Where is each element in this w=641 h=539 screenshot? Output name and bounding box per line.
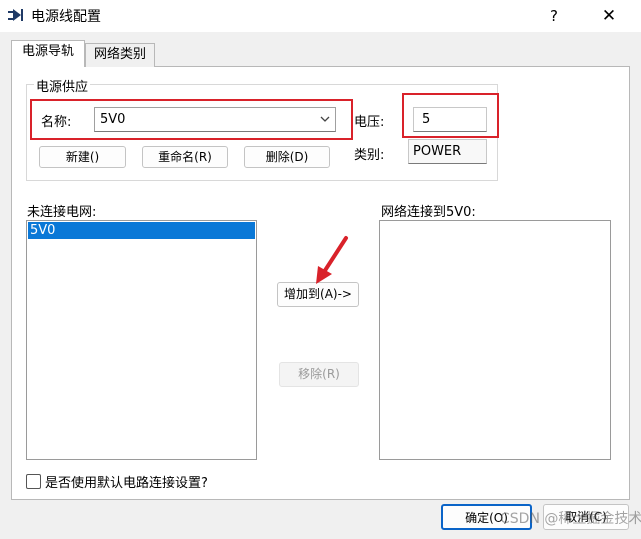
close-button[interactable]: ✕ [593,4,625,28]
connected-nets-list[interactable] [379,220,611,460]
class-label: 类别: [354,148,385,163]
watermark: CSDN @稀土掘金技术社区 [500,511,641,527]
annotation-arrow-icon [300,232,360,292]
new-button[interactable]: 新建() [39,146,126,168]
voltage-label: 电压: [354,115,385,130]
highlight-box-name [30,99,353,140]
window-title: 电源线配置 [31,9,101,25]
default-settings-checkbox[interactable] [26,474,41,489]
connected-nets-label: 网络连接到5V0: [381,205,476,220]
rename-button[interactable]: 重命名(R) [142,146,228,168]
default-settings-label[interactable]: 是否使用默认电路连接设置? [45,472,208,491]
delete-button[interactable]: 删除(D) [244,146,330,168]
remove-button[interactable]: 移除(R) [279,362,359,387]
list-item[interactable]: 5V0 [28,222,255,239]
tab-net-class[interactable]: 网络类别 [85,43,155,67]
unconnected-nets-list[interactable]: 5V0 [26,220,257,460]
app-icon [7,7,25,25]
class-field-value: POWER [413,144,462,159]
highlight-box-voltage [402,93,499,138]
unconnected-nets-label: 未连接电网: [27,205,97,220]
help-button[interactable]: ? [538,4,570,28]
class-field: POWER [408,139,487,164]
tab-power-rails[interactable]: 电源导轨 [11,40,85,67]
power-supply-group-label: 电源供应 [34,76,91,95]
